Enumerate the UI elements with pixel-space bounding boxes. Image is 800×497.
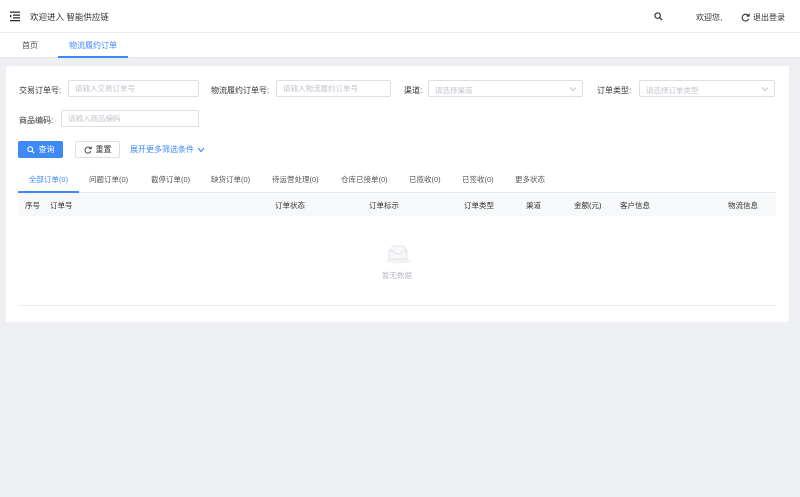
table-header: 序号 订单号 订单状态 订单标示 订单类型 渠道 金额(元) 客户信息 物流信息 xyxy=(18,193,776,216)
query-button[interactable]: 查询 xyxy=(18,141,63,158)
channel-label: 渠道: xyxy=(404,86,423,95)
chevron-down-icon xyxy=(569,87,577,92)
query-label: 查询 xyxy=(38,145,55,154)
product-code-label: 商品编码: xyxy=(19,116,54,125)
logistics-order-label: 物流履约订单号: xyxy=(211,86,270,95)
page-tabs: 首页 物流履约订单 xyxy=(0,33,800,58)
column-index: 序号 xyxy=(25,201,40,210)
channel-select[interactable]: 请选择渠道 xyxy=(428,80,583,97)
column-order-flag: 订单标示 xyxy=(369,201,399,210)
tab-logistics-orders[interactable]: 物流履约订单 xyxy=(58,33,128,58)
status-tab-problem[interactable]: 问题订单(0) xyxy=(89,168,128,193)
status-tabs: 全部订单(0) 问题订单(0) 截停订单(0) 缺货订单(0) 待运营处理(0)… xyxy=(18,168,776,193)
column-customer-info: 客户信息 xyxy=(620,201,650,210)
status-tab-collected[interactable]: 已揽收(0) xyxy=(409,168,441,193)
column-order-no: 订单号 xyxy=(50,201,73,210)
status-tab-signed[interactable]: 已签收(0) xyxy=(462,168,494,193)
logout-label: 退出登录 xyxy=(753,12,785,22)
trade-order-label: 交易订单号: xyxy=(19,86,62,95)
column-logistics-info: 物流信息 xyxy=(728,201,758,210)
reset-button[interactable]: 重置 xyxy=(75,141,120,158)
refresh-icon xyxy=(741,13,750,22)
order-type-select[interactable]: 请选择订单类型 xyxy=(639,80,775,97)
column-amount: 金额(元) xyxy=(574,201,602,210)
trade-order-input[interactable] xyxy=(68,80,199,97)
menu-fold-icon[interactable] xyxy=(9,10,21,22)
chevron-down-icon xyxy=(197,147,205,152)
status-tab-intercepted[interactable]: 截停订单(0) xyxy=(151,168,190,193)
status-tab-all[interactable]: 全部订单(0) xyxy=(18,168,79,193)
app-title: 欢迎进入 智能供应链 xyxy=(30,12,109,22)
column-order-status: 订单状态 xyxy=(275,201,305,210)
welcome-text: 欢迎您, xyxy=(696,13,723,22)
chevron-down-icon xyxy=(761,87,769,92)
status-tab-out-of-stock[interactable]: 缺货订单(0) xyxy=(211,168,250,193)
order-type-placeholder: 请选择订单类型 xyxy=(646,86,699,95)
expand-filters-link[interactable]: 展开更多筛选条件 xyxy=(130,144,205,155)
empty-text: 暂无数据 xyxy=(382,271,412,280)
column-channel: 渠道 xyxy=(526,201,541,210)
channel-placeholder: 请选择渠道 xyxy=(435,86,473,95)
status-tab-pending-ops[interactable]: 待运营处理(0) xyxy=(272,168,319,193)
order-panel: 交易订单号: 物流履约订单号: 渠道: 请选择渠道 订单类型: 请选择订单类型 … xyxy=(6,66,789,322)
empty-box-icon xyxy=(385,245,411,264)
table-body: 暂无数据 xyxy=(18,216,776,306)
status-tab-warehouse-accepted[interactable]: 仓库已接单(0) xyxy=(341,168,388,193)
top-header: 欢迎进入 智能供应链 欢迎您, 退出登录 xyxy=(0,0,800,33)
expand-label: 展开更多筛选条件 xyxy=(130,145,194,154)
logout-button[interactable]: 退出登录 xyxy=(741,11,785,23)
search-icon xyxy=(26,145,35,154)
column-order-type: 订单类型 xyxy=(464,201,494,210)
order-type-label: 订单类型: xyxy=(597,86,632,95)
reset-label: 重置 xyxy=(95,145,112,154)
logistics-order-input[interactable] xyxy=(276,80,391,97)
status-tab-more[interactable]: 更多状态 xyxy=(515,168,545,193)
refresh-icon xyxy=(84,145,92,154)
search-icon[interactable] xyxy=(654,12,663,21)
product-code-input[interactable] xyxy=(61,110,199,127)
tab-home[interactable]: 首页 xyxy=(22,33,38,58)
